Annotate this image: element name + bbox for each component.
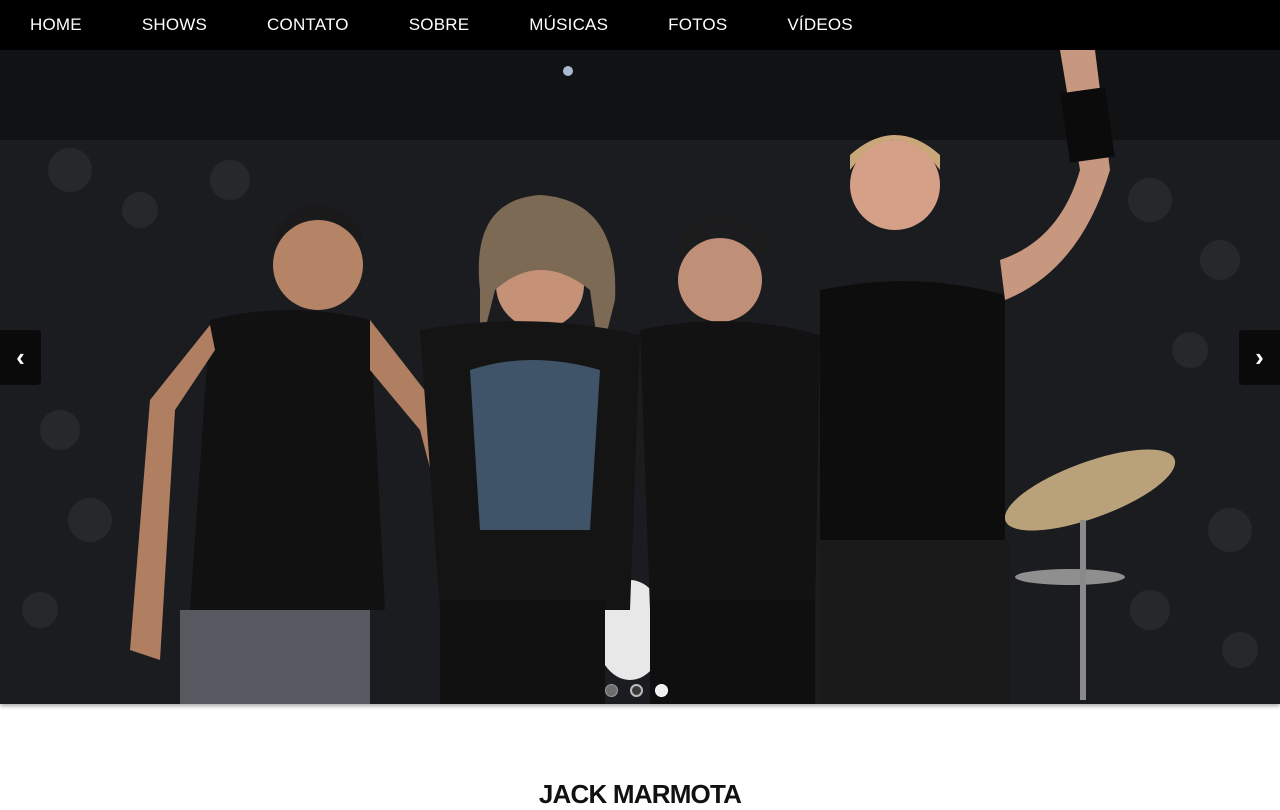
carousel-next-button[interactable]: ›: [1239, 330, 1280, 385]
nav-sobre[interactable]: SOBRE: [379, 0, 500, 50]
hero-carousel: ‹ ›: [0, 50, 1280, 704]
chevron-left-icon: ‹: [16, 342, 25, 372]
band-title: JACK MARMOTA: [538, 779, 742, 810]
carousel-dot-1[interactable]: [605, 684, 618, 697]
nav-musicas[interactable]: MÚSICAS: [499, 0, 638, 50]
nav-shows[interactable]: SHOWS: [112, 0, 237, 50]
band-photo: [0, 50, 1280, 704]
nav-fotos[interactable]: FOTOS: [638, 0, 757, 50]
carousel-dot-3[interactable]: [655, 684, 668, 697]
chevron-right-icon: ›: [1255, 342, 1264, 372]
carousel-dot-2[interactable]: [630, 684, 643, 697]
carousel-prev-button[interactable]: ‹: [0, 330, 41, 385]
nav-videos[interactable]: VÍDEOS: [757, 0, 882, 50]
nav-home[interactable]: HOME: [0, 0, 112, 50]
carousel-indicators: [605, 684, 668, 697]
nav-contato[interactable]: CONTATO: [237, 0, 379, 50]
top-navigation: HOME SHOWS CONTATO SOBRE MÚSICAS FOTOS V…: [0, 0, 1280, 50]
